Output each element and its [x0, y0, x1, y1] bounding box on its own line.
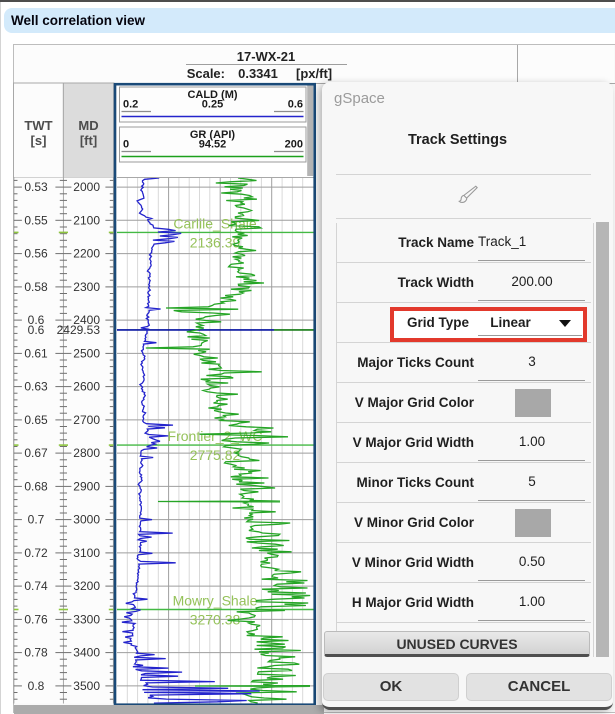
svg-text:2100: 2100 [73, 213, 100, 227]
svg-text:2600: 2600 [73, 380, 100, 394]
svg-text:2000: 2000 [73, 180, 100, 194]
svg-text:0.25: 0.25 [202, 99, 223, 111]
svg-text:2429.53: 2429.53 [57, 323, 101, 337]
svg-text:0.78: 0.78 [24, 646, 48, 660]
svg-text:200: 200 [285, 139, 303, 151]
svg-text:3300: 3300 [73, 612, 100, 626]
svg-text:0.8: 0.8 [28, 679, 45, 693]
svg-text:Mowry_Shale: Mowry_Shale [173, 593, 258, 609]
svg-text:3100: 3100 [73, 546, 100, 560]
svg-text:0.68: 0.68 [24, 479, 48, 493]
svg-text:MD: MD [78, 118, 98, 133]
svg-text:0.58: 0.58 [24, 280, 48, 294]
svg-text:0: 0 [123, 139, 129, 151]
svg-text:[s]: [s] [31, 133, 47, 148]
svg-text:0.65: 0.65 [24, 413, 48, 427]
svg-text:2300: 2300 [73, 280, 100, 294]
svg-text:0.63: 0.63 [24, 380, 48, 394]
svg-text:0.76: 0.76 [24, 612, 48, 626]
svg-text:0.53: 0.53 [24, 180, 48, 194]
svg-text:0.7: 0.7 [28, 513, 45, 527]
svg-text:0.6: 0.6 [288, 99, 303, 111]
svg-text:2500: 2500 [73, 346, 100, 360]
svg-text:0.6: 0.6 [28, 323, 45, 337]
svg-text:0.55: 0.55 [24, 213, 48, 227]
svg-text:2775.82: 2775.82 [190, 447, 241, 463]
svg-text:0.67: 0.67 [24, 446, 48, 460]
svg-text:3500: 3500 [73, 679, 100, 693]
svg-text:3200: 3200 [73, 579, 100, 593]
svg-text:TWT: TWT [24, 118, 52, 133]
svg-text:0.74: 0.74 [24, 579, 48, 593]
svg-text:[ft]: [ft] [80, 133, 97, 148]
svg-text:0.61: 0.61 [24, 346, 48, 360]
svg-text:2800: 2800 [73, 446, 100, 460]
svg-text:0.56: 0.56 [24, 247, 48, 261]
svg-text:3400: 3400 [73, 646, 100, 660]
svg-text:94.52: 94.52 [199, 139, 227, 151]
svg-text:2200: 2200 [73, 247, 100, 261]
svg-text:0.72: 0.72 [24, 546, 48, 560]
svg-text:2700: 2700 [73, 413, 100, 427]
svg-text:3000: 3000 [73, 513, 100, 527]
svg-text:2900: 2900 [73, 479, 100, 493]
svg-text:0.2: 0.2 [123, 99, 138, 111]
